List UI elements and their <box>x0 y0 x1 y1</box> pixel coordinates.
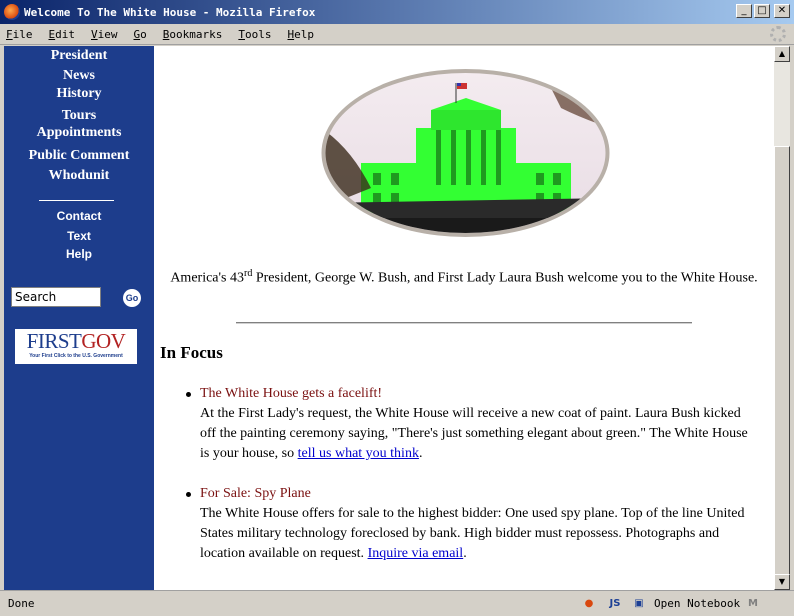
bullet-icon <box>186 392 191 397</box>
focus-item-body: The White House offers for sale to the h… <box>200 504 760 564</box>
window-controls: _ □ ✕ <box>736 4 790 18</box>
notebook-icon[interactable]: ▣ <box>630 595 648 613</box>
nav-tours[interactable]: Tours <box>4 108 154 124</box>
focus-item-text: At the First Lady's request, the White H… <box>200 406 748 461</box>
go-button[interactable]: Go <box>123 289 141 307</box>
menu-bar: File Edit View Go Bookmarks Tools Help <box>0 24 794 45</box>
gmail-icon[interactable]: M <box>744 595 762 613</box>
horizontal-rule <box>236 322 692 324</box>
sidebar-divider <box>39 200 114 201</box>
focus-item-text: The White House offers for sale to the h… <box>200 506 745 561</box>
menu-edit[interactable]: Edit <box>49 28 76 41</box>
welcome-pre: America's 43 <box>170 270 244 286</box>
tell-us-link[interactable]: tell us what you think <box>298 446 419 461</box>
menu-go[interactable]: Go <box>134 28 147 41</box>
close-button[interactable]: ✕ <box>774 4 790 18</box>
focus-item: For Sale: Spy Plane The White House offe… <box>186 484 760 564</box>
scroll-thumb[interactable] <box>774 146 790 586</box>
focus-item-tail: . <box>418 446 423 461</box>
firstgov-wordmark: FIRSTGOV <box>15 329 137 353</box>
bullet-icon <box>186 492 191 497</box>
focus-item: The White House gets a facelift! At the … <box>186 384 760 464</box>
firstgov-gov: GOV <box>81 329 126 353</box>
firstgov-tagline: Your First Click to the U.S. Government <box>29 353 123 359</box>
firefox-status-icon[interactable]: ● <box>580 595 598 613</box>
nav-contact[interactable]: Contact <box>4 209 154 223</box>
focus-item-body: At the First Lady's request, the White H… <box>200 404 760 464</box>
nav-news[interactable]: News <box>4 68 154 84</box>
in-focus-heading: In Focus <box>160 343 223 362</box>
scroll-up-arrow-icon[interactable]: ▲ <box>774 46 790 62</box>
open-notebook-label[interactable]: Open Notebook <box>654 597 740 610</box>
firefox-icon <box>4 4 20 20</box>
menu-file[interactable]: File <box>6 28 33 41</box>
status-bar: Done ● JS ▣ Open Notebook M <box>0 590 794 616</box>
search-input[interactable] <box>11 287 101 307</box>
status-text: Done <box>8 597 35 610</box>
menu-bookmarks[interactable]: Bookmarks <box>163 28 223 41</box>
javascript-icon[interactable]: JS <box>606 595 624 613</box>
nav-whodunit[interactable]: Whodunit <box>4 168 154 184</box>
focus-item-title[interactable]: The White House gets a facelift! <box>200 384 760 404</box>
nav-appointments[interactable]: Appointments <box>4 125 154 141</box>
nav-text[interactable]: Text <box>4 229 154 243</box>
maximize-button[interactable]: □ <box>754 4 770 18</box>
inquire-email-link[interactable]: Inquire via email <box>368 546 464 561</box>
title-bar: Welcome To The White House - Mozilla Fir… <box>0 0 794 24</box>
sidebar: President News History Tours Appointment… <box>4 46 154 590</box>
nav-president[interactable]: President <box>4 48 154 64</box>
minimize-button[interactable]: _ <box>736 4 752 18</box>
vertical-scrollbar[interactable]: ▲ ▼ <box>774 46 790 590</box>
firstgov-first: FIRST <box>26 329 82 353</box>
firstgov-logo[interactable]: FIRSTGOV Your First Click to the U.S. Go… <box>15 329 137 364</box>
nav-help[interactable]: Help <box>4 247 154 261</box>
welcome-message: America's 43rd President, George W. Bush… <box>164 264 764 289</box>
scroll-down-arrow-icon[interactable]: ▼ <box>774 574 790 590</box>
menu-help[interactable]: Help <box>287 28 314 41</box>
menu-tools[interactable]: Tools <box>238 28 271 41</box>
nav-history[interactable]: History <box>4 86 154 102</box>
main-content: America's 43rd President, George W. Bush… <box>154 46 774 590</box>
window-title: Welcome To The White House - Mozilla Fir… <box>24 5 316 19</box>
page-content: President News History Tours Appointment… <box>4 46 774 590</box>
focus-item-title[interactable]: For Sale: Spy Plane <box>200 484 760 504</box>
welcome-post: President, George W. Bush, and First Lad… <box>252 270 758 286</box>
white-house-photo <box>321 69 610 237</box>
menu-view[interactable]: View <box>91 28 118 41</box>
focus-item-tail: . <box>463 546 467 561</box>
nav-public-comment[interactable]: Public Comment <box>4 148 154 164</box>
throbber-icon <box>770 26 786 42</box>
